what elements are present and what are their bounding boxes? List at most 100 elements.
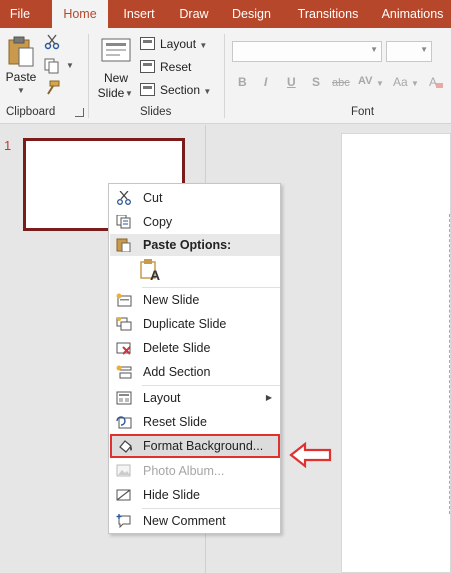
menu-item-label: Copy: [143, 215, 173, 229]
format-painter-icon[interactable]: [44, 80, 60, 96]
clipboard-dialog-launcher[interactable]: [75, 108, 84, 117]
add-section-icon: [116, 365, 132, 379]
clear-formatting-icon[interactable]: A: [428, 74, 444, 90]
chevron-down-icon: ▼: [420, 45, 428, 54]
layout-button[interactable]: Layout ▼: [140, 35, 216, 53]
callout-arrow-icon: [289, 441, 332, 469]
menu-item-reset-slide[interactable]: Reset Slide: [110, 410, 280, 434]
menu-item-label: New Slide: [143, 293, 200, 307]
chevron-down-icon: ▼: [17, 86, 25, 95]
menu-item-label: Delete Slide: [143, 341, 211, 355]
menu-item-label: Layout: [143, 391, 181, 405]
copy-icon: [116, 215, 131, 229]
chevron-down-icon: ▼: [66, 61, 74, 70]
menu-item-format-background[interactable]: Format Background...: [110, 434, 280, 458]
ribbon-separator: [224, 34, 225, 118]
underline-button[interactable]: U: [287, 75, 296, 89]
paste-keep-text-icon: A: [140, 259, 160, 283]
menu-item-label: Cut: [143, 191, 163, 205]
menu-item-duplicate-slide[interactable]: Duplicate Slide: [110, 312, 280, 336]
ribbon-separator: [88, 34, 89, 118]
tab-insert[interactable]: Insert: [114, 0, 164, 28]
menu-item-hide-slide[interactable]: Hide Slide: [110, 483, 280, 507]
paste-keep-text-only-button[interactable]: A: [140, 258, 164, 284]
tab-home[interactable]: Home: [52, 0, 108, 28]
character-spacing-button[interactable]: AV: [358, 75, 372, 87]
context-menu: Cut Copy Paste Options: A New Slide Dupl…: [108, 183, 281, 534]
font-group-label: Font: [351, 106, 375, 118]
chevron-down-icon: ▼: [411, 79, 419, 88]
hide-slide-icon: [116, 489, 131, 501]
menu-paste-options-header: Paste Options:: [110, 234, 280, 256]
chevron-down-icon: ▼: [376, 79, 384, 88]
shadow-button[interactable]: S: [312, 75, 320, 89]
new-slide-icon: [101, 38, 131, 62]
duplicate-slide-icon: [116, 317, 132, 331]
tab-animations[interactable]: Animations: [374, 0, 451, 28]
menu-item-new-slide[interactable]: New Slide: [110, 288, 280, 312]
svg-text:A: A: [429, 75, 437, 89]
menu-item-label: Format Background...: [143, 439, 264, 453]
section-icon: [140, 83, 155, 96]
menu-item-layout[interactable]: Layout ▶: [110, 386, 280, 410]
chevron-down-icon: ▼: [203, 87, 212, 96]
layout-icon: [140, 37, 155, 50]
copy-icon: [44, 58, 59, 74]
layout-label: Layout: [160, 37, 197, 51]
menu-item-label: Duplicate Slide: [143, 317, 227, 331]
menu-item-add-section[interactable]: Add Section: [110, 360, 280, 384]
reset-button[interactable]: Reset: [140, 58, 200, 76]
reset-slide-icon: [116, 416, 132, 429]
cut-icon[interactable]: [44, 34, 60, 50]
paste-icon: [116, 238, 131, 252]
paste-icon: [8, 36, 34, 67]
chevron-down-icon: ▼: [125, 89, 133, 98]
layout-icon: [116, 391, 132, 405]
menu-item-label: New Comment: [143, 514, 226, 528]
format-background-icon: [119, 440, 132, 453]
tab-transitions[interactable]: Transitions: [289, 0, 367, 28]
font-name-combo[interactable]: ▼: [232, 41, 382, 62]
menu-item-photo-album: Photo Album...: [110, 459, 280, 483]
menu-item-label: Add Section: [143, 365, 211, 379]
menu-item-cut[interactable]: Cut: [110, 186, 280, 210]
tab-file[interactable]: File: [0, 0, 40, 28]
slides-group-label: Slides: [140, 106, 172, 118]
ribbon: Paste ▼ ▼ Clipboard New Slide ▼ Layout ▼…: [0, 28, 451, 124]
clipboard-group-label: Clipboard: [6, 106, 56, 118]
menu-item-delete-slide[interactable]: Delete Slide: [110, 336, 280, 360]
menu-item-label: Hide Slide: [143, 488, 200, 502]
italic-button[interactable]: I: [264, 75, 267, 89]
new-slide-icon: [116, 293, 132, 307]
new-slide-button[interactable]: New Slide ▼: [96, 34, 136, 102]
paste-label: Paste: [5, 70, 37, 84]
chevron-down-icon: ▼: [199, 41, 208, 50]
tab-design[interactable]: Design: [224, 0, 279, 28]
strikethrough-button[interactable]: abc: [332, 77, 350, 89]
menu-item-label: Reset Slide: [143, 415, 207, 429]
chevron-down-icon: ▼: [370, 45, 378, 54]
reset-icon: [140, 60, 155, 73]
delete-slide-icon: [116, 342, 131, 355]
scissors-icon: [117, 191, 131, 205]
font-size-combo[interactable]: ▼: [386, 41, 432, 62]
reset-label: Reset: [160, 60, 192, 74]
slide-canvas[interactable]: [341, 133, 451, 573]
change-case-button[interactable]: Aa: [393, 75, 408, 89]
new-comment-icon: [116, 514, 131, 528]
chevron-right-icon: ▶: [265, 393, 272, 402]
paste-button[interactable]: Paste ▼: [4, 34, 38, 95]
tab-draw[interactable]: Draw: [172, 0, 216, 28]
svg-text:A: A: [150, 267, 160, 282]
ribbon-tab-bar: File Home Insert Draw Design Transitions…: [0, 0, 451, 28]
photo-album-icon: [116, 464, 131, 477]
new-slide-label-line1: New: [103, 71, 128, 85]
section-label: Section: [160, 83, 201, 97]
copy-button[interactable]: ▼: [44, 58, 74, 74]
menu-item-label: Photo Album...: [143, 464, 225, 478]
bold-button[interactable]: B: [238, 75, 247, 89]
section-button[interactable]: Section ▼: [140, 81, 220, 99]
menu-item-new-comment[interactable]: New Comment: [110, 509, 280, 533]
menu-item-copy[interactable]: Copy: [110, 210, 280, 234]
slide-number: 1: [4, 138, 12, 153]
